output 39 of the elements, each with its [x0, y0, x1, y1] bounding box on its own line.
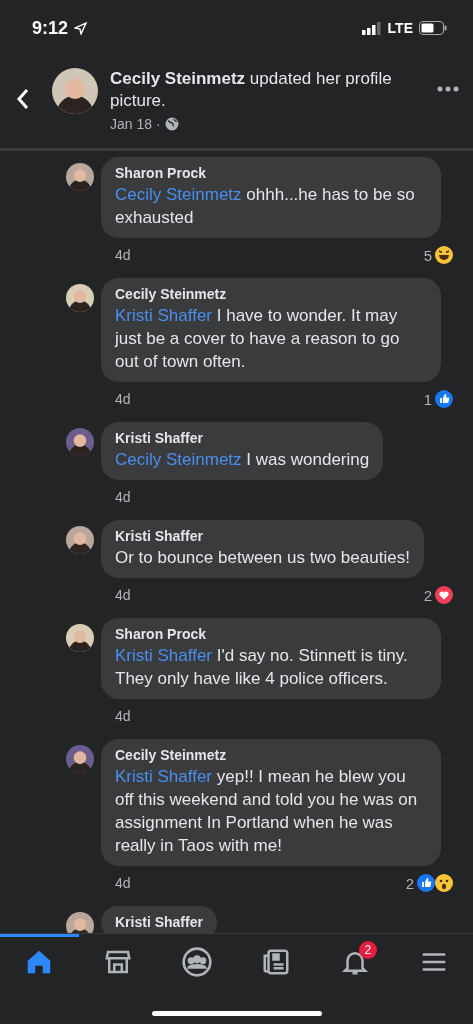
commenter-name[interactable]: Kristi Shaffer — [115, 430, 370, 446]
notification-badge: 2 — [358, 941, 377, 959]
commenter-name[interactable]: Cecily Steinmetz — [115, 747, 427, 763]
comment-time: 4d — [115, 587, 131, 603]
battery-icon — [419, 21, 447, 35]
comment-text: Cecily Steinmetz I was wondering — [115, 449, 370, 471]
globe-icon — [164, 117, 179, 131]
signal-icon — [361, 21, 382, 35]
location-arrow-icon — [74, 21, 88, 35]
comment-text: Kristi Shaffer I have to wonder. It may just be a cover to have a reason to go out of town often. — [115, 305, 401, 373]
comment-text: Kristi Shaffer yep!! I mean he blew you off this weekend and told you he was on assignment In Portland when he was really in Taos with me! — [115, 766, 419, 857]
comment-time: 4d — [115, 708, 131, 724]
surprised-emoji-icon — [435, 874, 453, 892]
reaction-count: 1 — [423, 390, 432, 408]
thumbs-up-icon — [435, 390, 453, 408]
comment-text: Or to bounce between us two beauties! — [115, 547, 410, 569]
more-options-button[interactable] — [437, 86, 459, 92]
network-type: LTE — [387, 20, 413, 36]
laughing-emoji-icon — [435, 246, 453, 264]
commenter-name[interactable]: Sharon Prock — [115, 626, 427, 642]
commenter-name[interactable]: Sharon Prock — [115, 165, 427, 181]
comment-text: Kristi Shaffer I'd say no. Stinnett is tiny. They only have like 4 police officers. — [115, 645, 409, 690]
comment-time: 4d — [115, 247, 131, 263]
comment-time: 4d — [115, 489, 131, 505]
comment-text: Cecily Steinmetz ohhh...he has to be so exhausted — [115, 184, 416, 229]
people-icon — [181, 945, 214, 978]
commenter-name[interactable]: Kristi Shaffer — [115, 914, 203, 930]
commenter-name[interactable]: Cecily Steinmetz — [115, 286, 427, 302]
reaction-count: 2 — [405, 874, 414, 892]
reaction-count: 2 — [423, 586, 432, 604]
notifications-tab[interactable]: 2 — [315, 934, 395, 986]
post-title: Cecily Steinmetz updated her profile picture. — [110, 68, 393, 112]
clock-time: 9:12 — [32, 17, 69, 39]
commenter-name[interactable]: Kristi Shaffer — [115, 528, 410, 544]
reaction-count: 5 — [423, 246, 432, 264]
thumbs-up-icon — [417, 874, 435, 892]
comment-time: 4d — [115, 391, 131, 407]
post-date: Jan 18 · — [110, 116, 161, 132]
comment-time: 4d — [115, 875, 131, 891]
